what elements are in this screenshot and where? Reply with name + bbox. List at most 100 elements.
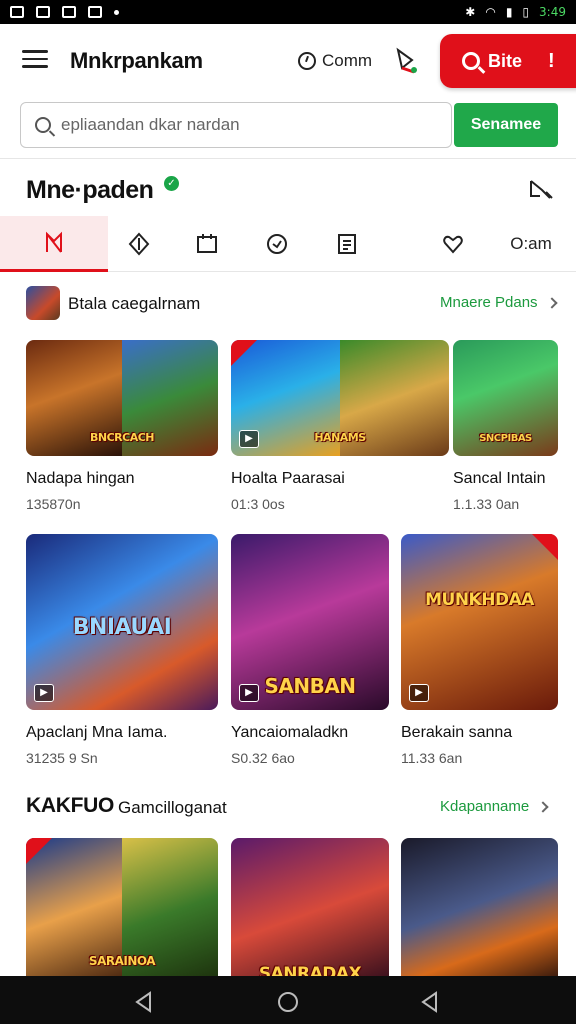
flag-icon[interactable] [392, 46, 420, 76]
search-icon [35, 117, 51, 133]
tab-calendar[interactable] [176, 216, 238, 272]
search-button[interactable]: Senamee [454, 103, 558, 147]
battery-icon: ▯ [522, 5, 530, 19]
search-icon [462, 52, 480, 70]
game-card[interactable]: ▶ HANAMS Hoalta Paarasai 01:3 0os [231, 340, 449, 512]
chevron-right-icon [537, 800, 549, 813]
search-input[interactable] [61, 115, 431, 135]
section-avatar [26, 286, 60, 320]
new-corner-badge [532, 534, 558, 560]
section-header: Btala caegalrnam Mnaere Pdans [0, 284, 576, 324]
tab-heart[interactable] [422, 216, 484, 272]
clock-icon [298, 52, 316, 70]
game-title: Apaclanj Mna Iama. [26, 724, 168, 741]
game-title: Yancaiomaladkn [231, 724, 349, 741]
game-meta: 11.33 6an [401, 750, 463, 766]
tab-shield[interactable] [246, 216, 308, 272]
game-meta: 31235 9 Sn [26, 750, 98, 766]
game-thumbnail: BNCRCACH [26, 340, 218, 456]
game-card[interactable]: BNCRCACH Nadapa hingan 135870n [26, 340, 218, 512]
signal-icon: ▮ [505, 5, 513, 19]
game-meta: S0.32 6ao [231, 750, 295, 766]
game-thumbnail: SANRADAX [231, 838, 389, 988]
list-icon [338, 234, 356, 254]
game-card[interactable]: BNIAUAI ▶ Apaclanj Mna Iama. 31235 9 Sn [26, 534, 218, 766]
photo-icon [62, 6, 76, 18]
site-button-label: Bite [488, 50, 523, 71]
wifi-icon: ◠ [485, 5, 496, 19]
game-meta: 1.1.33 0an [453, 496, 520, 512]
game-thumbnail: BNIAUAI ▶ [26, 534, 218, 710]
more-label: Mnaere Pdans [440, 294, 538, 311]
verified-badge-icon: ✓ [164, 176, 179, 191]
game-card[interactable] [401, 838, 558, 988]
image-icon [36, 6, 50, 18]
game-thumbnail: MUNKHDAA ▶ [401, 534, 558, 710]
section-more-link[interactable]: Kdapanname [440, 798, 549, 815]
back-icon[interactable] [132, 990, 156, 1014]
section-subtitle: Gamcilloganat [118, 798, 227, 817]
game-title: Sancal Intain [453, 470, 546, 487]
game-card[interactable]: SNCPIBAS Sancal Intain 1.1.33 0an [453, 340, 558, 512]
section-title: KAKFUO [26, 794, 115, 817]
status-bar: ✱ ◠ ▮ ▯ 3:49 [0, 0, 576, 24]
new-corner-badge [26, 838, 52, 864]
game-title: Hoalta Paarasai [231, 470, 345, 487]
game-card[interactable]: MUNKHDAA ▶ Berakain sanna 11.33 6an [401, 534, 558, 766]
tab-more[interactable]: O:am [496, 216, 566, 272]
search-box[interactable] [20, 102, 452, 148]
game-thumbnail: ▶ HANAMS [231, 340, 449, 456]
divider [0, 158, 576, 159]
game-banner: BNCRCACH [90, 431, 155, 444]
game-thumbnail: SANBAN ▶ [231, 534, 389, 710]
section-title: Btala caegalrnam [68, 294, 201, 313]
game-thumbnail: SARAINOA [26, 838, 218, 988]
home-icon[interactable] [276, 990, 300, 1014]
section-more-link[interactable]: Mnaere Pdans [440, 294, 558, 311]
tab-list[interactable] [316, 216, 378, 272]
recents-icon[interactable] [418, 990, 442, 1014]
filter-icon[interactable] [528, 178, 554, 202]
game-meta: 135870n [26, 496, 81, 512]
dot-icon [114, 9, 119, 15]
site-button[interactable]: Bite ! [440, 34, 576, 88]
game-meta: 01:3 0os [231, 496, 285, 512]
new-corner-badge [231, 340, 257, 366]
page-title: Mne·paden [26, 176, 154, 204]
heart-icon [443, 235, 463, 254]
shield-icon [267, 234, 287, 254]
chevron-right-icon [545, 296, 558, 309]
game-banner: BNIAUAI [72, 615, 172, 640]
game-card[interactable]: SANRADAX [231, 838, 389, 988]
calendar-icon [197, 234, 217, 253]
system-nav-bar [0, 976, 576, 1024]
status-time: 3:49 [539, 5, 566, 19]
game-banner: MUNKHDAA [425, 590, 534, 610]
hamburger-menu-icon[interactable] [22, 50, 48, 70]
notification-icon [10, 6, 24, 18]
alert-icon: ! [548, 49, 555, 72]
game-banner: HANAMS [314, 431, 366, 444]
category-tabs: O:am [0, 216, 576, 272]
bluetooth-icon: ✱ [465, 5, 476, 19]
app-icon [88, 6, 102, 18]
game-title: Nadapa hingan [26, 470, 135, 487]
tab-bookmark[interactable] [0, 216, 108, 272]
game-thumbnail: SNCPIBAS [453, 340, 558, 456]
section-header: KAKFUO Gamcilloganat Kdapanname [0, 788, 576, 828]
tab-diamond[interactable] [108, 216, 170, 272]
bookmark-icon [46, 231, 62, 253]
game-thumbnail [401, 838, 558, 988]
game-banner: SNCPIBAS [479, 433, 532, 444]
game-title: Berakain sanna [401, 724, 513, 741]
comm-button[interactable]: Comm [298, 51, 372, 71]
app-title: Mnkrpankam [70, 48, 203, 73]
game-card[interactable]: SANBAN ▶ Yancaiomaladkn S0.32 6ao [231, 534, 389, 766]
comm-label: Comm [322, 51, 373, 70]
tab-more-label: O:am [510, 234, 552, 253]
app-bar: Mnkrpankam Comm Bite ! [0, 24, 576, 96]
game-banner: SARAINOA [88, 954, 156, 968]
game-card[interactable]: SARAINOA [26, 838, 218, 988]
diamond-icon [128, 232, 150, 256]
game-badge-icon: ▶ [34, 684, 54, 702]
